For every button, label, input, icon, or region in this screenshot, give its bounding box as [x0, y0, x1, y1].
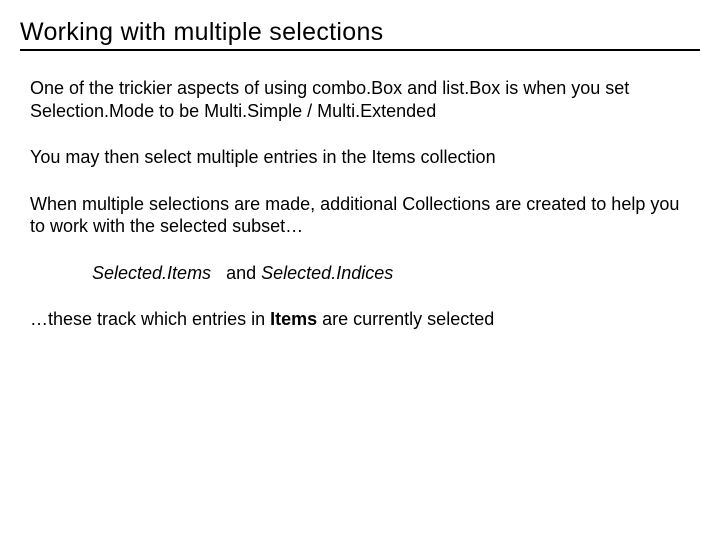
slide-title: Working with multiple selections — [20, 18, 700, 51]
paragraph-1: One of the trickier aspects of using com… — [30, 77, 690, 122]
selected-items-text: Selected.Items — [92, 263, 211, 283]
paragraph-4: Selected.Items and Selected.Indices — [92, 262, 690, 285]
paragraph-5: …these track which entries in Items are … — [30, 308, 690, 331]
p5-suffix: are currently selected — [317, 309, 494, 329]
slide-body: One of the trickier aspects of using com… — [20, 57, 700, 331]
items-bold: Items — [270, 309, 317, 329]
and-text: and — [226, 263, 256, 283]
paragraph-2: You may then select multiple entries in … — [30, 146, 690, 169]
slide-container: Working with multiple selections One of … — [0, 0, 720, 331]
selected-indices-text: Selected.Indices — [261, 263, 393, 283]
p5-prefix: …these track which entries in — [30, 309, 270, 329]
paragraph-3: When multiple selections are made, addit… — [30, 193, 690, 238]
